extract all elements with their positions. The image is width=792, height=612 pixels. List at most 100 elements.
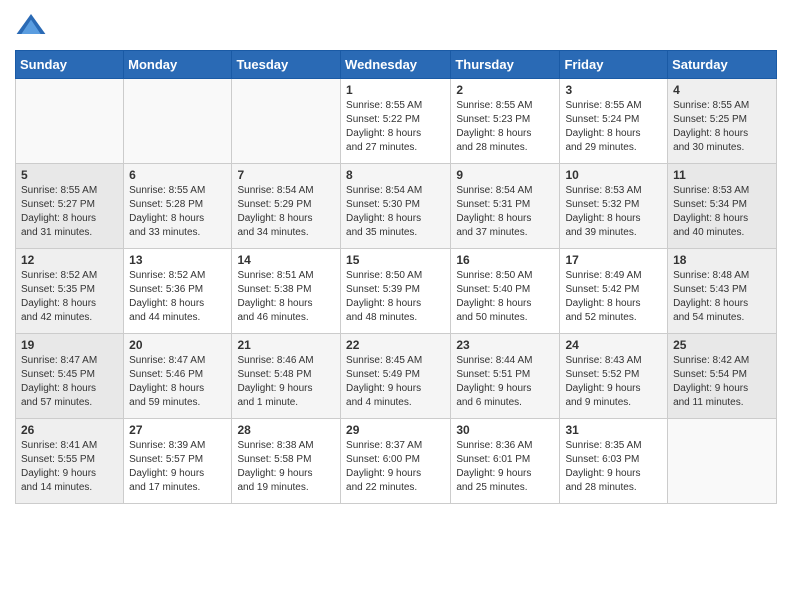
day-info: Sunrise: 8:54 AM Sunset: 5:29 PM Dayligh…: [237, 184, 335, 240]
day-info: Sunrise: 8:41 AM Sunset: 5:55 PM Dayligh…: [21, 439, 118, 495]
day-number: 30: [456, 423, 554, 437]
calendar-cell: 31 Sunrise: 8:35 AM Sunset: 6:03 PM Dayli…: [560, 419, 668, 504]
day-number: 22: [346, 338, 445, 352]
calendar-cell: 3Sunrise: 8:55 AM Sunset: 5:24 PM Daylig…: [560, 79, 668, 164]
calendar-cell: 12Sunrise: 8:52 AM Sunset: 5:35 PM Dayli…: [16, 249, 124, 334]
day-number: 17: [565, 253, 662, 267]
logo-icon: [15, 10, 47, 42]
day-info: Sunrise: 8:51 AM Sunset: 5:38 PM Dayligh…: [237, 269, 335, 325]
day-number: 6: [129, 168, 226, 182]
calendar-cell: 15 Sunrise: 8:50 AM Sunset: 5:39 PM Dayli…: [341, 249, 451, 334]
week-row-5: 26 Sunrise: 8:41 AM Sunset: 5:55 PM Dayli…: [16, 419, 777, 504]
day-info: Sunrise: 8:53 AM Sunset: 5:34 PM Dayligh…: [673, 184, 771, 240]
header-monday: Monday: [124, 51, 232, 79]
day-number: 12: [21, 253, 118, 267]
day-info: Sunrise: 8:42 AM Sunset: 5:54 PM Dayligh…: [673, 354, 771, 410]
calendar-cell: 29 Sunrise: 8:37 AM Sunset: 6:00 PM Dayli…: [341, 419, 451, 504]
calendar-cell: 30 Sunrise: 8:36 AM Sunset: 6:01 PM Dayli…: [451, 419, 560, 504]
calendar-cell: 25 Sunrise: 8:42 AM Sunset: 5:54 PM Dayli…: [668, 334, 777, 419]
header-saturday: Saturday: [668, 51, 777, 79]
calendar-cell: 5 Sunrise: 8:55 AM Sunset: 5:27 PM Daylig…: [16, 164, 124, 249]
day-number: 23: [456, 338, 554, 352]
day-info: Sunrise: 8:43 AM Sunset: 5:52 PM Dayligh…: [565, 354, 662, 410]
day-number: 14: [237, 253, 335, 267]
calendar-cell: 24 Sunrise: 8:43 AM Sunset: 5:52 PM Dayli…: [560, 334, 668, 419]
day-info: Sunrise: 8:36 AM Sunset: 6:01 PM Dayligh…: [456, 439, 554, 495]
calendar-cell: [232, 79, 341, 164]
calendar-cell: 2 Sunrise: 8:55 AM Sunset: 5:23 PM Daylig…: [451, 79, 560, 164]
calendar-cell: 19 Sunrise: 8:47 AM Sunset: 5:45 PM Dayli…: [16, 334, 124, 419]
day-number: 3: [565, 83, 662, 97]
day-info: Sunrise: 8:54 AM Sunset: 5:30 PM Dayligh…: [346, 184, 445, 240]
calendar-cell: 17 Sunrise: 8:49 AM Sunset: 5:42 PM Dayli…: [560, 249, 668, 334]
calendar-cell: [124, 79, 232, 164]
day-info: Sunrise: 8:47 AM Sunset: 5:46 PM Dayligh…: [129, 354, 226, 410]
day-headers-row: SundayMondayTuesdayWednesdayThursdayFrid…: [16, 51, 777, 79]
day-info: Sunrise: 8:45 AM Sunset: 5:49 PM Dayligh…: [346, 354, 445, 410]
header-thursday: Thursday: [451, 51, 560, 79]
day-number: 5: [21, 168, 118, 182]
calendar-cell: 18 Sunrise: 8:48 AM Sunset: 5:43 PM Dayli…: [668, 249, 777, 334]
day-number: 2: [456, 83, 554, 97]
day-number: 10: [565, 168, 662, 182]
header-sunday: Sunday: [16, 51, 124, 79]
calendar-cell: 10Sunrise: 8:53 AM Sunset: 5:32 PM Dayli…: [560, 164, 668, 249]
day-number: 20: [129, 338, 226, 352]
calendar-cell: 16Sunrise: 8:50 AM Sunset: 5:40 PM Dayli…: [451, 249, 560, 334]
day-info: Sunrise: 8:50 AM Sunset: 5:39 PM Dayligh…: [346, 269, 445, 325]
day-info: Sunrise: 8:55 AM Sunset: 5:25 PM Dayligh…: [673, 99, 771, 155]
day-number: 8: [346, 168, 445, 182]
day-number: 18: [673, 253, 771, 267]
calendar-cell: 7Sunrise: 8:54 AM Sunset: 5:29 PM Daylig…: [232, 164, 341, 249]
calendar-cell: 4 Sunrise: 8:55 AM Sunset: 5:25 PM Daylig…: [668, 79, 777, 164]
day-info: Sunrise: 8:55 AM Sunset: 5:28 PM Dayligh…: [129, 184, 226, 240]
day-number: 9: [456, 168, 554, 182]
day-number: 31: [565, 423, 662, 437]
day-info: Sunrise: 8:47 AM Sunset: 5:45 PM Dayligh…: [21, 354, 118, 410]
day-number: 29: [346, 423, 445, 437]
day-info: Sunrise: 8:52 AM Sunset: 5:36 PM Dayligh…: [129, 269, 226, 325]
day-info: Sunrise: 8:38 AM Sunset: 5:58 PM Dayligh…: [237, 439, 335, 495]
calendar-cell: [668, 419, 777, 504]
calendar-header: SundayMondayTuesdayWednesdayThursdayFrid…: [16, 51, 777, 79]
day-number: 16: [456, 253, 554, 267]
week-row-4: 19 Sunrise: 8:47 AM Sunset: 5:45 PM Dayli…: [16, 334, 777, 419]
calendar-cell: 8 Sunrise: 8:54 AM Sunset: 5:30 PM Daylig…: [341, 164, 451, 249]
week-row-1: 1 Sunrise: 8:55 AM Sunset: 5:22 PM Daylig…: [16, 79, 777, 164]
day-info: Sunrise: 8:35 AM Sunset: 6:03 PM Dayligh…: [565, 439, 662, 495]
day-info: Sunrise: 8:37 AM Sunset: 6:00 PM Dayligh…: [346, 439, 445, 495]
calendar-cell: 26 Sunrise: 8:41 AM Sunset: 5:55 PM Dayli…: [16, 419, 124, 504]
day-info: Sunrise: 8:55 AM Sunset: 5:23 PM Dayligh…: [456, 99, 554, 155]
calendar-body: 1 Sunrise: 8:55 AM Sunset: 5:22 PM Daylig…: [16, 79, 777, 504]
page-header: [15, 10, 777, 42]
calendar-cell: 6 Sunrise: 8:55 AM Sunset: 5:28 PM Daylig…: [124, 164, 232, 249]
day-number: 21: [237, 338, 335, 352]
day-info: Sunrise: 8:39 AM Sunset: 5:57 PM Dayligh…: [129, 439, 226, 495]
calendar-cell: 21Sunrise: 8:46 AM Sunset: 5:48 PM Dayli…: [232, 334, 341, 419]
day-number: 24: [565, 338, 662, 352]
calendar-cell: 9 Sunrise: 8:54 AM Sunset: 5:31 PM Daylig…: [451, 164, 560, 249]
calendar-cell: [16, 79, 124, 164]
day-info: Sunrise: 8:55 AM Sunset: 5:22 PM Dayligh…: [346, 99, 445, 155]
header-friday: Friday: [560, 51, 668, 79]
calendar-table: SundayMondayTuesdayWednesdayThursdayFrid…: [15, 50, 777, 504]
header-tuesday: Tuesday: [232, 51, 341, 79]
day-number: 25: [673, 338, 771, 352]
day-number: 19: [21, 338, 118, 352]
day-number: 26: [21, 423, 118, 437]
header-wednesday: Wednesday: [341, 51, 451, 79]
calendar-cell: 14 Sunrise: 8:51 AM Sunset: 5:38 PM Dayli…: [232, 249, 341, 334]
day-number: 1: [346, 83, 445, 97]
calendar-cell: 27 Sunrise: 8:39 AM Sunset: 5:57 PM Dayli…: [124, 419, 232, 504]
day-info: Sunrise: 8:48 AM Sunset: 5:43 PM Dayligh…: [673, 269, 771, 325]
day-info: Sunrise: 8:55 AM Sunset: 5:27 PM Dayligh…: [21, 184, 118, 240]
day-info: Sunrise: 8:54 AM Sunset: 5:31 PM Dayligh…: [456, 184, 554, 240]
calendar-cell: 11Sunrise: 8:53 AM Sunset: 5:34 PM Dayli…: [668, 164, 777, 249]
day-number: 4: [673, 83, 771, 97]
week-row-2: 5 Sunrise: 8:55 AM Sunset: 5:27 PM Daylig…: [16, 164, 777, 249]
day-info: Sunrise: 8:49 AM Sunset: 5:42 PM Dayligh…: [565, 269, 662, 325]
calendar-cell: 1 Sunrise: 8:55 AM Sunset: 5:22 PM Daylig…: [341, 79, 451, 164]
day-number: 27: [129, 423, 226, 437]
day-number: 15: [346, 253, 445, 267]
calendar-cell: 13Sunrise: 8:52 AM Sunset: 5:36 PM Dayli…: [124, 249, 232, 334]
